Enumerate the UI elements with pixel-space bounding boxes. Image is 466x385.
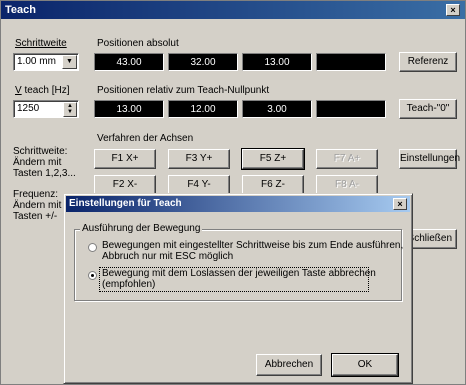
abs-pos-x: 43.00: [94, 53, 164, 71]
close-icon[interactable]: ×: [446, 4, 460, 16]
axis-z-plus-button[interactable]: F5 Z+: [241, 148, 305, 170]
window-title: Teach: [5, 4, 36, 16]
cancel-button[interactable]: Abbrechen: [256, 354, 322, 376]
option-release-radio[interactable]: [88, 271, 97, 280]
axis-a-plus-button[interactable]: F7 A+: [316, 149, 378, 169]
dialog-close-icon[interactable]: ×: [393, 198, 407, 210]
axis-x-plus-button[interactable]: F1 X+: [94, 149, 156, 169]
vteach-label: V teach [Hz]: [15, 85, 70, 96]
settings-button[interactable]: Einstellungen: [399, 149, 460, 169]
chevron-down-icon[interactable]: ▼: [62, 55, 77, 69]
dialog-title: Einstellungen für Teach: [69, 198, 182, 209]
option-full-step-label[interactable]: Bewegungen mit eingestellter Schrittweis…: [102, 240, 403, 262]
axis-x-minus-button[interactable]: F2 X-: [94, 175, 156, 195]
rel-pos-y: 12.00: [168, 100, 238, 118]
absolute-positions-label: Positionen absolut: [97, 38, 179, 49]
abs-pos-y: 32.00: [168, 53, 238, 71]
step-value: 1.00 mm: [17, 56, 56, 67]
axis-z-minus-button[interactable]: F6 Z-: [242, 175, 304, 195]
teach-zero-button[interactable]: Teach-"0": [399, 99, 457, 119]
rel-pos-a: [316, 100, 386, 118]
step-help-text: Schrittweite: Ändern mit Tasten 1,2,3...: [13, 146, 76, 179]
ok-button[interactable]: OK: [331, 353, 399, 377]
step-label: Schrittweite: [15, 38, 67, 49]
axis-y-minus-button[interactable]: F4 Y-: [168, 175, 230, 195]
spinner-arrows-icon[interactable]: ▲ ▼: [63, 102, 77, 117]
dialog-title-bar: Einstellungen für Teach ×: [66, 196, 410, 212]
abs-pos-a: [316, 53, 386, 71]
axis-y-plus-button[interactable]: F3 Y+: [168, 149, 230, 169]
abs-pos-z: 13.00: [242, 53, 312, 71]
freq-help-text: Frequenz: Ändern mit Tasten +/-: [13, 189, 62, 222]
relative-positions-label: Positionen relativ zum Teach-Nullpunkt: [97, 85, 270, 96]
option-release-label[interactable]: Bewegung mit dem Loslassen der jeweilige…: [102, 268, 376, 290]
settings-dialog: Einstellungen für Teach × Ausführung der…: [63, 193, 413, 384]
rel-pos-x: 13.00: [94, 100, 164, 118]
axis-a-minus-button[interactable]: F8 A-: [316, 175, 378, 195]
movement-group-label: Ausführung der Bewegung: [80, 223, 203, 234]
option-full-step-radio[interactable]: [88, 243, 97, 252]
title-bar: Teach ×: [1, 1, 465, 19]
vteach-value: 1250: [17, 103, 40, 114]
vteach-spinner[interactable]: 1250 ▲ ▼: [13, 100, 79, 118]
axes-label: Verfahren der Achsen: [97, 133, 194, 144]
reference-button[interactable]: Referenz: [399, 52, 457, 72]
step-select[interactable]: 1.00 mm ▼: [13, 53, 79, 71]
rel-pos-z: 3.00: [242, 100, 312, 118]
